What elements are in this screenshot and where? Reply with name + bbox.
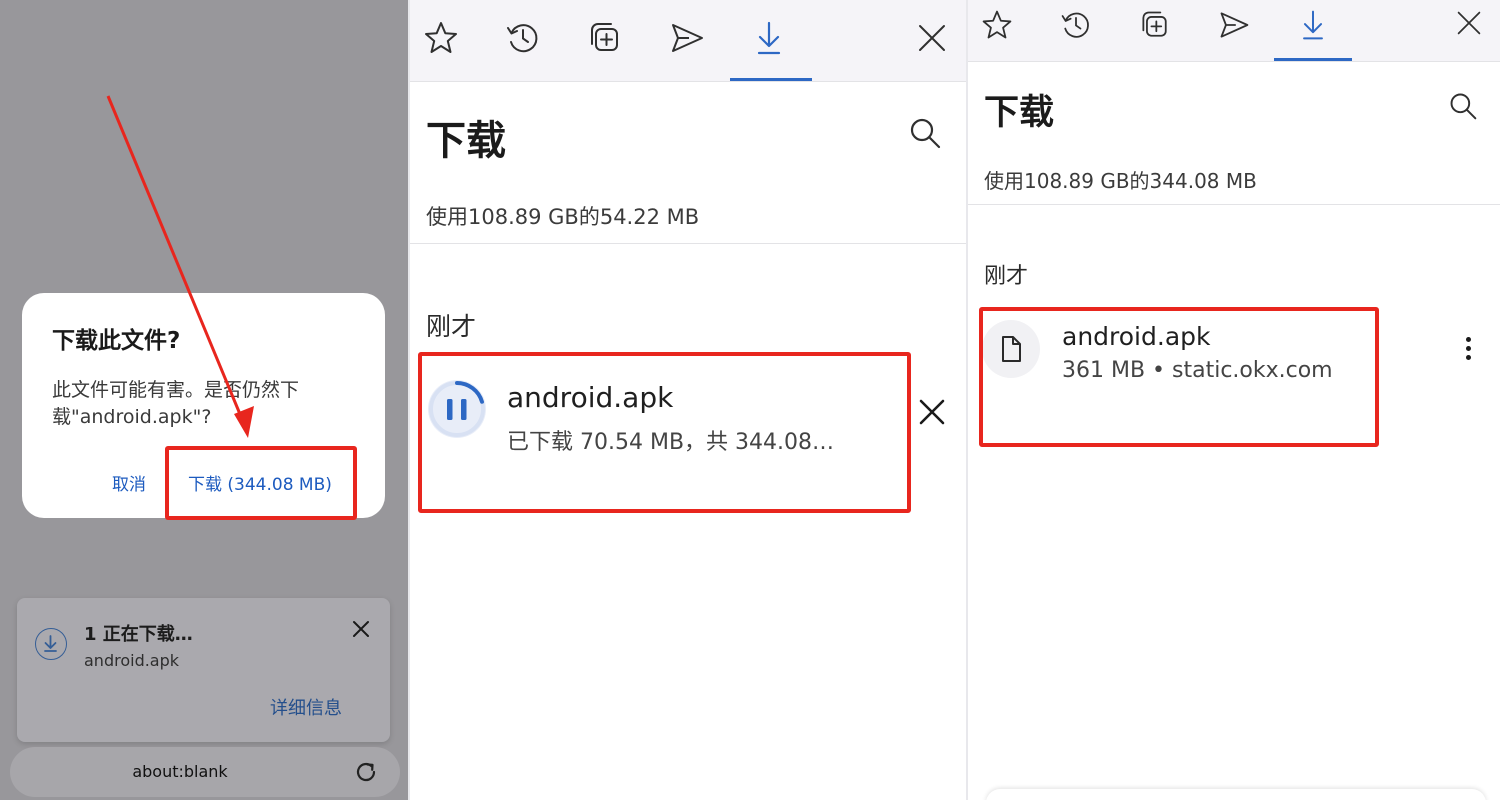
search-icon[interactable] bbox=[1448, 91, 1478, 125]
download-file-info: 361 MB • static.okx.com bbox=[1062, 358, 1333, 383]
page-title: 下载 bbox=[984, 93, 1055, 133]
section-header: 刚才 bbox=[426, 312, 477, 341]
storage-usage-text: 使用108.89 GB的344.08 MB bbox=[984, 169, 1257, 193]
page-title: 下载 bbox=[426, 118, 506, 164]
download-circle-icon bbox=[35, 628, 67, 660]
address-bar[interactable]: about:blank bbox=[10, 747, 400, 797]
send-icon[interactable] bbox=[1217, 8, 1251, 42]
pause-button[interactable] bbox=[428, 380, 486, 438]
history-icon[interactable] bbox=[504, 19, 542, 57]
browser-download-prompt-screen: 下载此文件? 此文件可能有害。是否仍然下载"android.apk"? 取消 下… bbox=[0, 0, 410, 800]
snackbar-title: 1 正在下载… bbox=[84, 624, 193, 645]
close-icon[interactable] bbox=[917, 23, 947, 57]
tab-bar bbox=[968, 0, 1500, 62]
divider bbox=[410, 243, 968, 244]
active-tab-indicator bbox=[730, 78, 812, 81]
close-icon[interactable] bbox=[1456, 10, 1482, 40]
search-icon[interactable] bbox=[908, 116, 942, 154]
send-icon[interactable] bbox=[668, 19, 706, 57]
download-filename[interactable]: android.apk bbox=[1062, 322, 1211, 351]
download-snackbar: 1 正在下载… android.apk 详细信息 bbox=[17, 598, 390, 742]
active-tab-indicator bbox=[1274, 58, 1352, 61]
download-icon[interactable] bbox=[750, 19, 788, 57]
details-link[interactable]: 详细信息 bbox=[270, 694, 342, 720]
confirm-download-button[interactable]: 下载 (344.08 MB) bbox=[188, 470, 332, 495]
bottom-sheet-edge bbox=[986, 789, 1486, 800]
progress-ring bbox=[429, 381, 485, 437]
close-icon[interactable] bbox=[350, 618, 372, 640]
storage-usage-text: 使用108.89 GB的54.22 MB bbox=[426, 205, 700, 229]
download-progress-text: 已下载 70.54 MB，共 344.08… bbox=[507, 430, 835, 455]
star-icon[interactable] bbox=[980, 8, 1014, 42]
divider bbox=[968, 204, 1500, 205]
more-options-icon[interactable] bbox=[1464, 337, 1472, 364]
history-icon[interactable] bbox=[1059, 8, 1093, 42]
reload-icon[interactable] bbox=[353, 759, 379, 785]
tab-bar bbox=[410, 0, 968, 82]
tabs-icon[interactable] bbox=[586, 19, 624, 57]
cancel-button[interactable]: 取消 bbox=[112, 470, 146, 495]
star-icon[interactable] bbox=[422, 19, 460, 57]
snackbar-filename: android.apk bbox=[84, 651, 180, 670]
download-confirm-dialog: 下载此文件? 此文件可能有害。是否仍然下载"android.apk"? 取消 下… bbox=[22, 293, 385, 518]
download-icon[interactable] bbox=[1296, 8, 1330, 42]
downloads-in-progress-screen: 下载 使用108.89 GB的54.22 MB 刚才 android.apk 已… bbox=[410, 0, 968, 800]
file-icon bbox=[982, 320, 1040, 378]
dialog-title: 下载此文件? bbox=[52, 328, 181, 354]
download-filename: android.apk bbox=[507, 381, 674, 414]
tabs-icon[interactable] bbox=[1138, 8, 1172, 42]
url-text: about:blank bbox=[132, 762, 228, 781]
downloads-complete-screen: 下载 使用108.89 GB的344.08 MB 刚才 android.apk … bbox=[968, 0, 1500, 800]
dialog-message: 此文件可能有害。是否仍然下载"android.apk"? bbox=[52, 379, 300, 428]
cancel-download-icon[interactable] bbox=[918, 398, 946, 430]
section-header: 刚才 bbox=[984, 264, 1029, 289]
